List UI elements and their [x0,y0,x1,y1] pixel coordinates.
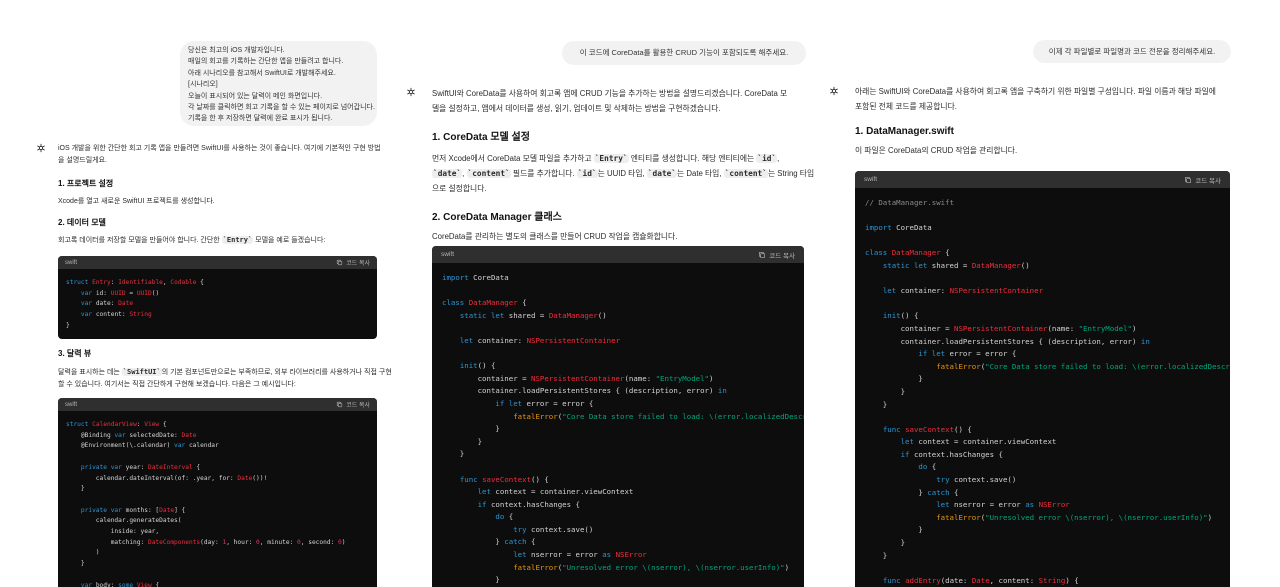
copy-icon [758,251,766,259]
copy-icon [336,259,343,266]
user-message-line: 당신은 최고의 iOS 개발자입니다. [188,47,285,54]
assistant-response: SwiftUI와 CoreData를 사용하여 회고록 앱에 CRUD 기능을 … [432,86,815,242]
inline-code: `id` [756,154,778,163]
section-paragraph: CoreData를 관리하는 별도의 클래스를 만들어 CRUD 작업을 캡슐화… [432,232,678,241]
inline-code: `SwiftUI` [121,368,162,376]
response-intro: 아래는 SwiftUI와 CoreData를 사용하여 회고록 앱을 구축하기 … [855,87,1216,111]
copy-code-button[interactable]: 코드 복사 [336,400,370,409]
section-paragraph: 회고록 데이터를 저장할 모델을 만들어야 합니다. 간단한 `Entry` 모… [58,236,326,244]
inline-code: `content` [723,169,768,178]
user-message-bubble: 이제 각 파일별로 파일명과 코드 전문을 정리해주세요. [1033,40,1231,63]
assistant-response: iOS 개발을 위한 간단한 회고 기록 앱을 만들려면 SwiftUI를 사용… [58,143,381,245]
section-heading: 2. CoreData Manager 클래스 [432,212,562,223]
section-paragraph: Xcode를 열고 새로운 SwiftUI 프로젝트를 생성합니다. [58,198,215,205]
section-paragraph: 달력을 표시하는 데는 `SwiftUI`의 기본 컴포넌트만으로는 부족하므로… [58,368,392,388]
code-content: struct CalendarView: View { @Binding var… [66,421,346,587]
code-block-header: swift 코드 복사 [58,398,377,411]
code-content: struct Entry: Identifiable, Codable { va… [66,279,204,329]
user-message-text: 이제 각 파일별로 파일명과 코드 전문을 정리해주세요. [1048,47,1216,56]
user-message-line: 매일의 회고를 기록하는 간단한 앱을 만들려고 합니다. [188,58,344,66]
code-block-header: swift 코드 복사 [432,246,804,263]
code-language-label: swift [441,251,454,258]
user-message-line: 오늘이 표시되어 있는 달력이 메인 화면입니다. [188,92,323,100]
section-paragraph: 먼저 Xcode에서 CoreData 모델 파일을 추가하고 `Entry` … [432,154,815,193]
section-heading: 3. 달력 뷰 [58,349,92,358]
response-intro: SwiftUI와 CoreData를 사용하여 회고록 앱에 CRUD 기능을 … [432,89,788,113]
user-message-line: 기록을 한 후 저장하면 달력에 완료 표시가 됩니다. [188,115,333,123]
copy-code-label: 코드 복사 [346,261,370,267]
user-message-line: 아래 시나리오를 참고해서 SwiftUI로 개발해주세요. [188,69,336,77]
inline-code: `content` [466,169,511,178]
code-block: swift 코드 복사 struct CalendarView: View { … [58,398,377,587]
section-heading: 2. 데이터 모델 [58,218,106,227]
chatgpt-logo-icon [829,86,841,98]
code-block-header: swift 코드 복사 [58,256,377,269]
copy-code-button[interactable]: 코드 복사 [758,250,795,260]
response-intro: iOS 개발을 위한 간단한 회고 기록 앱을 만들려면 SwiftUI를 사용… [58,145,381,164]
code-content: // DataManager.swift import CoreData cla… [865,198,1230,585]
assistant-response-continued: 3. 달력 뷰 달력을 표시하는 데는 `SwiftUI`의 기본 컴포넌트만으… [58,348,392,391]
user-message-text: 이 코드에 CoreData를 활용한 CRUD 기능이 포함되도록 해주세요. [579,48,789,57]
copy-icon [1184,176,1192,184]
code-block-header: swift 코드 복사 [855,171,1230,188]
code-content: import CoreData class DataManager { stat… [442,273,804,585]
code-language-label: swift [65,259,77,266]
section-heading: 1. CoreData 모델 설정 [432,132,530,143]
assistant-response: 아래는 SwiftUI와 CoreData를 사용하여 회고록 앱을 구축하기 … [855,84,1235,156]
inline-code: `Entry` [221,236,254,244]
copy-code-button[interactable]: 코드 복사 [336,258,370,267]
section-heading: 1. 프로젝트 설정 [58,179,114,188]
inline-code: `date` [646,169,678,178]
code-block: swift 코드 복사 // DataManager.swift import … [855,171,1230,587]
code-language-label: swift [65,401,77,408]
user-message-bubble: 이 코드에 CoreData를 활용한 CRUD 기능이 포함되도록 해주세요. [562,41,806,65]
user-message-line: 각 날짜를 클릭하면 회고 기록을 할 수 있는 페이지로 넘어갑니다. [188,104,375,112]
code-block: swift 코드 복사 struct Entry: Identifiable, … [58,256,377,339]
copy-code-label: 코드 복사 [1195,177,1221,185]
copy-icon [336,401,343,408]
inline-code: `date` [432,169,463,178]
conversation-column-2: 이 코드에 CoreData를 활용한 CRUD 기능이 포함되도록 해주세요.… [405,0,815,587]
inline-code: `Entry` [593,154,629,163]
chatgpt-logo-icon [36,143,48,155]
conversation-column-1: 당신은 최고의 iOS 개발자입니다. 매일의 회고를 기록하는 간단한 앱을 … [0,0,410,587]
copy-code-label: 코드 복사 [346,403,370,409]
chatgpt-logo-icon [406,87,418,99]
conversation-column-3: 이제 각 파일별로 파일명과 코드 전문을 정리해주세요. 아래는 SwiftU… [828,0,1280,587]
section-paragraph: 이 파일은 CoreData의 CRUD 작업을 관리합니다. [855,146,1018,155]
user-message-line: [시나리오] [188,81,218,89]
copy-code-button[interactable]: 코드 복사 [1184,175,1221,185]
copy-code-label: 코드 복사 [769,252,795,260]
inline-code: `id` [576,169,598,178]
section-heading: 1. DataManager.swift [855,126,954,137]
code-block: swift 코드 복사 import CoreData class DataMa… [432,246,804,587]
code-language-label: swift [864,176,877,183]
user-message-bubble: 당신은 최고의 iOS 개발자입니다. 매일의 회고를 기록하는 간단한 앱을 … [180,41,377,126]
